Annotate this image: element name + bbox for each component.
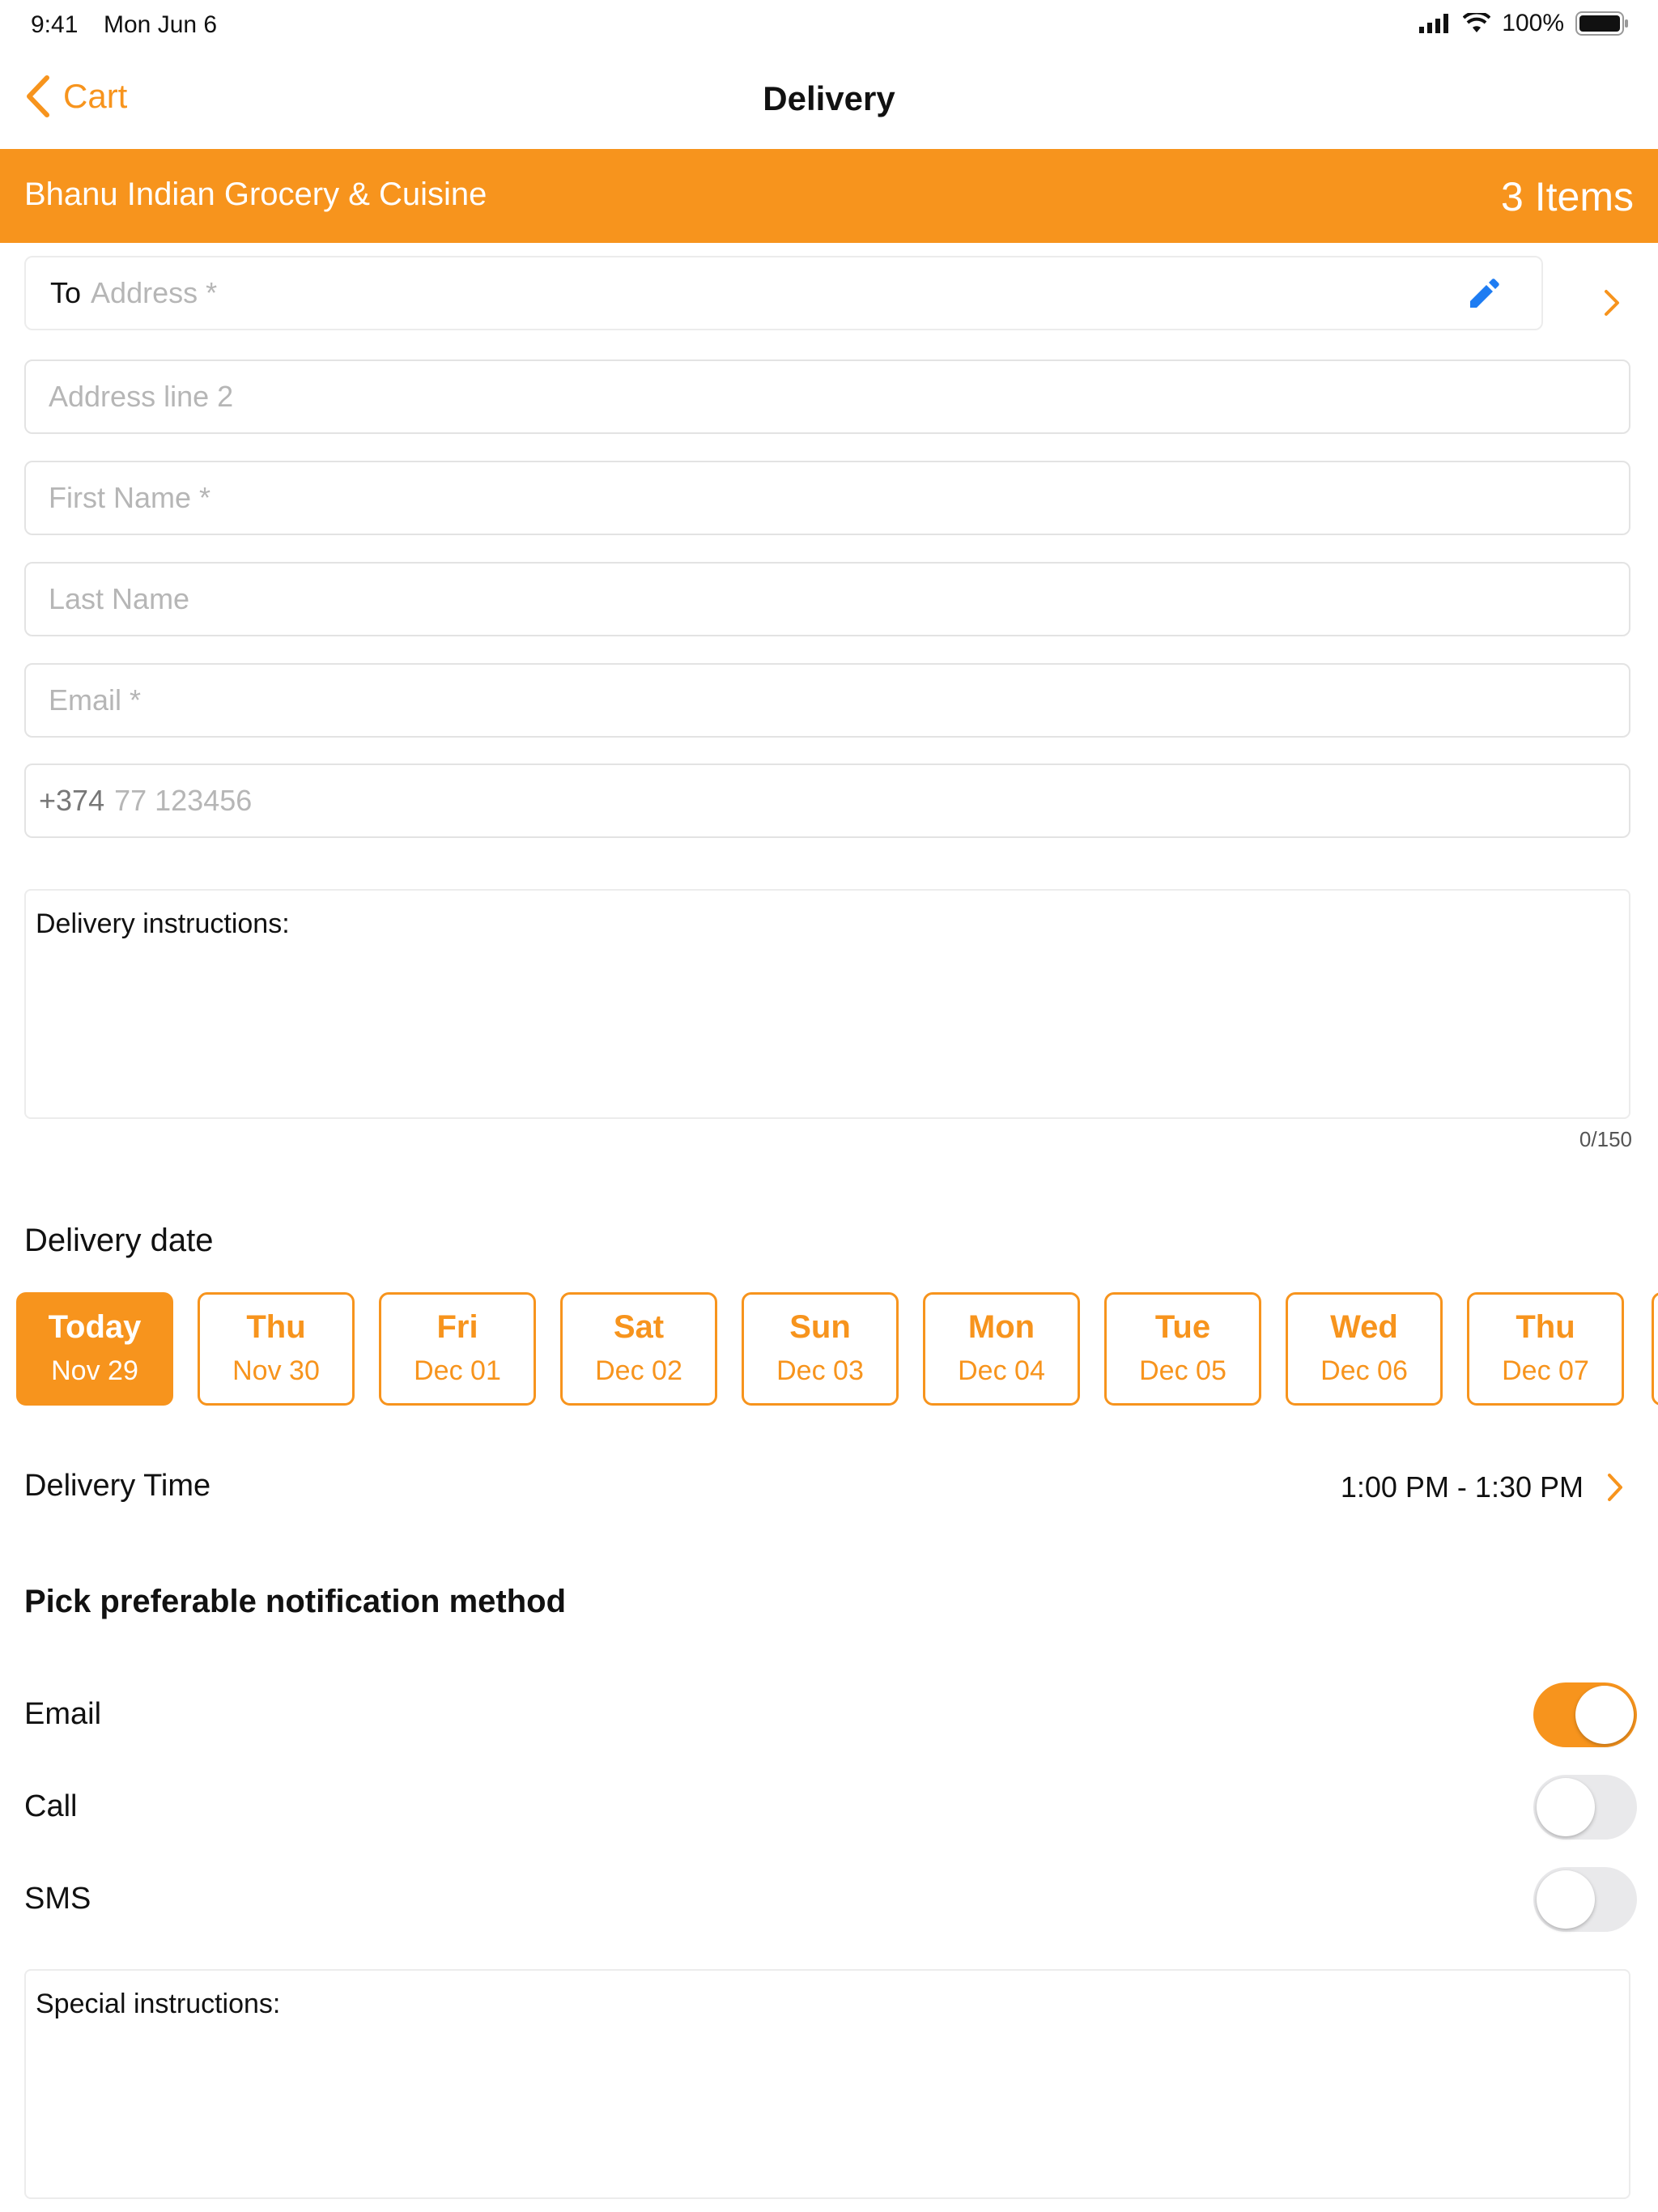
- signal-icon: [1419, 14, 1449, 33]
- special-instructions-label: Special instructions:: [36, 1989, 281, 2019]
- page-title: Delivery: [763, 79, 895, 117]
- date-chip-day: Sat: [613, 1309, 665, 1345]
- date-chip-date: Dec 01: [414, 1355, 501, 1386]
- date-chip-date: Dec 06: [1320, 1355, 1408, 1386]
- date-chip-day: Mon: [967, 1309, 1035, 1345]
- date-chip-date: Dec 05: [1139, 1355, 1226, 1386]
- date-chip-date: Dec 02: [595, 1355, 682, 1386]
- date-chip-day: Wed: [1330, 1309, 1398, 1345]
- instructions-char-counter: 0/150: [1579, 1127, 1632, 1151]
- back-button[interactable]: Cart: [24, 74, 127, 118]
- phone-field[interactable]: +374 77 123456: [24, 764, 1630, 838]
- chevron-right-icon[interactable]: [1603, 288, 1621, 317]
- status-bar: 9:41 Mon Jun 6 100%: [0, 0, 1658, 49]
- date-chip-day: Fri: [436, 1309, 478, 1345]
- cart-items-count: 3 Items: [1501, 174, 1634, 219]
- date-chip[interactable]: Mon Dec 04: [923, 1292, 1080, 1406]
- date-chip[interactable]: Thu Nov 30: [198, 1292, 355, 1406]
- date-chip-date: Nov 30: [232, 1355, 320, 1386]
- email-toggle[interactable]: [1533, 1682, 1637, 1747]
- special-instructions-textarea[interactable]: Special instructions:: [24, 1969, 1630, 2199]
- sms-toggle[interactable]: [1533, 1867, 1637, 1932]
- battery-percent: 100%: [1502, 10, 1564, 36]
- last-name-field[interactable]: Last Name: [24, 562, 1630, 636]
- email-placeholder: Email *: [49, 683, 142, 717]
- date-chip-day: Tue: [1154, 1309, 1211, 1345]
- back-label: Cart: [63, 77, 128, 115]
- address-line2-field[interactable]: Address line 2: [24, 359, 1630, 434]
- date-chip[interactable]: Today Nov 29: [16, 1292, 173, 1406]
- delivery-instructions-textarea[interactable]: Delivery instructions:: [24, 889, 1630, 1119]
- toggle-knob: [1537, 1778, 1595, 1836]
- delivery-instructions-label: Delivery instructions:: [36, 908, 290, 939]
- battery-icon: [1575, 11, 1628, 36]
- date-chip-date: Dec 04: [958, 1355, 1045, 1386]
- date-chip-date: Nov 29: [51, 1355, 138, 1386]
- store-name: Bhanu Indian Grocery & Cuisine: [24, 177, 487, 212]
- delivery-time-value[interactable]: 1:00 PM - 1:30 PM: [1341, 1470, 1584, 1504]
- to-label: To: [50, 276, 82, 309]
- date-chip-day: Sun: [789, 1309, 851, 1345]
- store-banner: Bhanu Indian Grocery & Cuisine 3 Items: [0, 149, 1658, 243]
- toggle-knob: [1537, 1870, 1595, 1929]
- email-field[interactable]: Email *: [24, 663, 1630, 738]
- chevron-right-icon[interactable]: [1606, 1472, 1624, 1503]
- delivery-time-label: Delivery Time: [24, 1469, 211, 1503]
- date-chip[interactable]: Sun Dec 03: [742, 1292, 899, 1406]
- status-indicators: 100%: [1419, 10, 1629, 37]
- date-chip-day: Today: [48, 1309, 142, 1345]
- status-time: 9:41: [31, 11, 79, 38]
- notification-heading: Pick preferable notification method: [24, 1584, 567, 1619]
- phone-prefix: +374: [39, 784, 105, 817]
- status-date: Mon Jun 6: [104, 11, 218, 38]
- wifi-icon: [1463, 13, 1491, 32]
- date-chip[interactable]: Tue Dec 05: [1104, 1292, 1261, 1406]
- first-name-placeholder: First Name *: [49, 481, 211, 514]
- call-toggle[interactable]: [1533, 1775, 1637, 1840]
- last-name-placeholder: Last Name: [49, 582, 190, 615]
- date-chip[interactable]: Sat Dec 02: [560, 1292, 717, 1406]
- delivery-date-heading: Delivery date: [24, 1223, 214, 1258]
- date-chip-overflow[interactable]: [1652, 1292, 1658, 1406]
- date-chip-day: Thu: [246, 1309, 306, 1345]
- date-chip-date: Dec 03: [776, 1355, 864, 1386]
- notification-sms-label: SMS: [24, 1882, 91, 1916]
- date-chip-day: Thu: [1516, 1309, 1575, 1345]
- back-chevron-icon: [27, 75, 49, 117]
- notification-call-label: Call: [24, 1789, 78, 1823]
- address-field[interactable]: To Address *: [24, 256, 1543, 330]
- toggle-knob: [1575, 1686, 1634, 1744]
- address-placeholder: Address *: [91, 276, 218, 309]
- address-line2-placeholder: Address line 2: [49, 380, 234, 413]
- phone-placeholder: 77 123456: [114, 784, 253, 817]
- notification-email-label: Email: [24, 1697, 102, 1731]
- first-name-field[interactable]: First Name *: [24, 461, 1630, 535]
- date-chip-list: Today Nov 29 Thu Nov 30 Fri Dec 01 Sat Dec 0…: [16, 1292, 1624, 1406]
- date-chip[interactable]: Fri Dec 01: [379, 1292, 536, 1406]
- pencil-icon[interactable]: [1465, 277, 1501, 313]
- date-chip[interactable]: Wed Dec 06: [1286, 1292, 1443, 1406]
- date-chip[interactable]: Thu Dec 07: [1467, 1292, 1624, 1406]
- date-chip-date: Dec 07: [1502, 1355, 1589, 1386]
